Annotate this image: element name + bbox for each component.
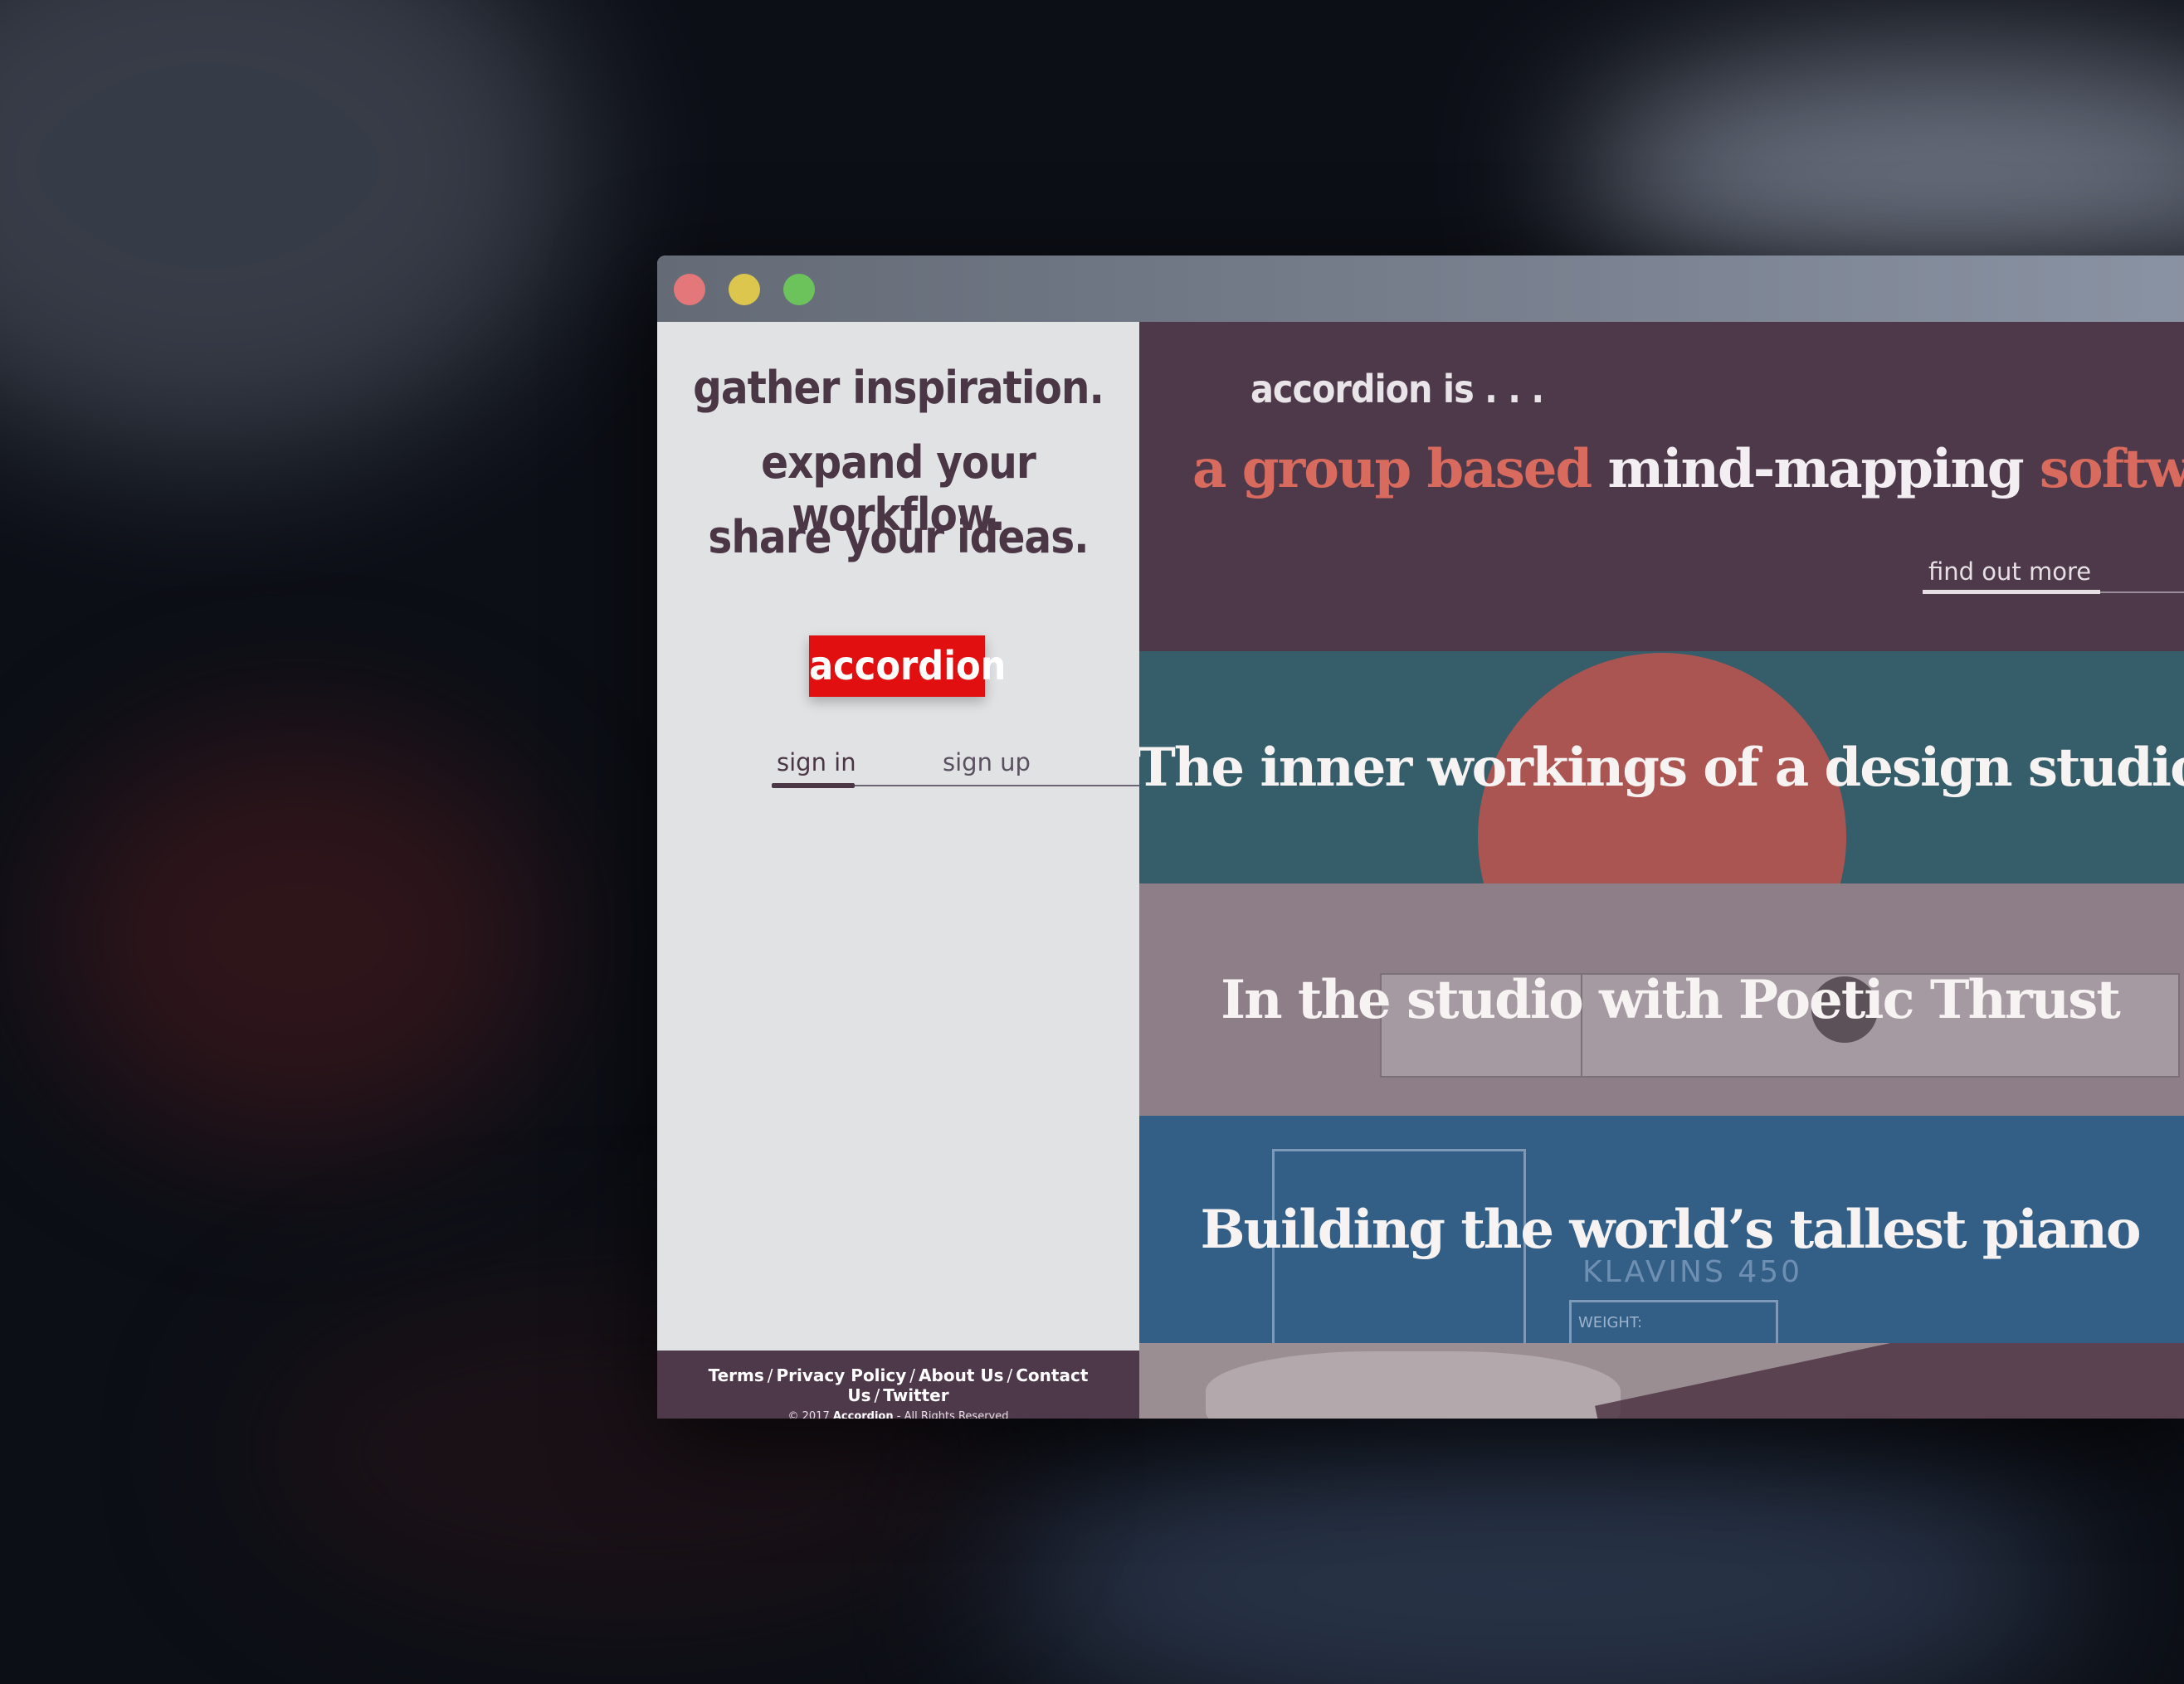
article-card-poetic-thrust[interactable]: In the studio with Poetic Thrust [1139, 883, 2184, 1116]
hero-subtitle-part: mind-mapping [1607, 438, 2024, 500]
hero-subtitle-part: a group based [1192, 438, 1592, 500]
footer-link-terms[interactable]: Terms [709, 1365, 764, 1385]
hero-section: accordion is . . . a group based mind-ma… [1139, 322, 2184, 651]
article-title: The inner workings of a design studio [1139, 736, 2184, 799]
footer-separator: / [767, 1365, 773, 1385]
article-card-partial[interactable] [1139, 1343, 2184, 1419]
accordion-logo[interactable]: accordion [809, 635, 1006, 697]
footer-separator: / [1007, 1365, 1013, 1385]
footer: Terms / Privacy Policy / About Us / Contact Us… [657, 1351, 1139, 1419]
article-title: Building the world’s tallest piano [1200, 1198, 2141, 1261]
minimize-window-button[interactable] [729, 274, 760, 305]
footer-link-about[interactable]: About Us [919, 1365, 1003, 1385]
left-panel: gather inspiration. expand your workflow… [657, 322, 1139, 1419]
hero-subtitle-part: software. [2039, 438, 2184, 500]
zoom-window-button[interactable] [783, 274, 815, 305]
copyright-suffix: - All Rights Reserved [896, 1410, 1009, 1419]
tab-sign-in[interactable]: sign in [777, 748, 856, 776]
hero-title: accordion is . . . [1250, 367, 1544, 411]
tagline-gather: gather inspiration. [693, 362, 1104, 414]
footer-separator: / [874, 1385, 880, 1405]
card-image-fragment [1595, 1343, 2184, 1419]
footer-separator: / [909, 1365, 916, 1385]
footer-link-privacy[interactable]: Privacy Policy [777, 1365, 907, 1385]
backdrop-blob [996, 1427, 2074, 1684]
backdrop-blob [0, 0, 581, 456]
card-image-fragment [1206, 1351, 1621, 1419]
blueprint-weight-label: WEIGHT: [1569, 1300, 1778, 1343]
browser-window: gather inspiration. expand your workflow… [657, 256, 2184, 1419]
copyright-year: © 2017 [787, 1410, 830, 1419]
hero-subtitle: a group based mind-mapping software. [1192, 438, 2184, 500]
copyright-brand: Accordion [832, 1410, 894, 1419]
tab-sign-up[interactable]: sign up [943, 748, 1031, 776]
copyright: © 2017 Accordion - All Rights Reserved [657, 1410, 1139, 1419]
close-window-button[interactable] [674, 274, 705, 305]
footer-links: Terms / Privacy Policy / About Us / Contact Us… [657, 1365, 1139, 1405]
article-card-tallest-piano[interactable]: KLAVINS 450 WEIGHT: Building the world’s… [1139, 1116, 2184, 1343]
article-card-design-studio[interactable]: The inner workings of a design studio [1139, 651, 2184, 883]
tagline-share: share your ideas. [708, 511, 1089, 563]
find-out-more-link[interactable]: find out more [1928, 557, 2091, 586]
title-bar [657, 256, 2184, 322]
backdrop-blob [50, 730, 548, 1145]
footer-link-twitter[interactable]: Twitter [883, 1385, 948, 1405]
right-panel: accordion is . . . a group based mind-ma… [1139, 322, 2184, 1419]
find-out-more-underline [1923, 590, 2100, 594]
article-title: In the studio with Poetic Thrust [1221, 968, 2121, 1031]
active-tab-indicator [772, 783, 855, 788]
